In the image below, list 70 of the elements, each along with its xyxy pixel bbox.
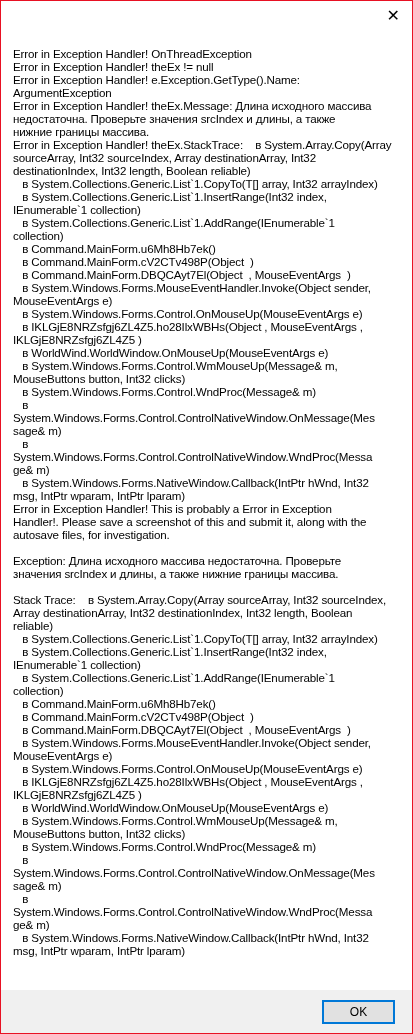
message-line: в IKLGjE8NRZsfgj6ZL4Z5.ho28IlxWBHs(Object , MouseEventArgs , [21, 775, 363, 788]
message-line: в System.Collections.Generic.List`1.InsertRange(Int32 index, [21, 190, 327, 203]
message-line: msg, IntPtr wparam, IntPtr lparam) [13, 489, 186, 502]
message-line: autosave files, for investigation. [13, 528, 170, 541]
message-line: reliable) [13, 619, 53, 632]
message-line: в System.Windows.Forms.Control.WmMouseUp(Message& m, [21, 814, 338, 827]
message-line: Error in Exception Handler! This is probably a Error in Exception [13, 502, 332, 515]
message-line: IKLGjE8NRZsfgj6ZL4Z5 ) [13, 333, 142, 346]
message-line: collection) [13, 684, 64, 697]
message-line: sage& m) [13, 424, 62, 437]
message-line: ArgumentException [13, 86, 112, 99]
message-line: в [21, 437, 29, 450]
message-line: в [21, 853, 29, 866]
message-line: Array destinationArray, Int32 destinationIndex, Int32 length, Boolean [13, 606, 353, 619]
close-button[interactable]: ✕ [380, 6, 406, 26]
message-line: IEnumerable`1 collection) [13, 658, 141, 671]
ok-button[interactable]: OK [322, 999, 395, 1024]
message-line: в [21, 398, 29, 411]
message-line: в WorldWind.WorldWindow.OnMouseUp(MouseEventArgs e) [21, 346, 329, 359]
message-line: в System.Collections.Generic.List`1.CopyTo(T[] array, Int32 arrayIndex) [21, 632, 378, 645]
message-line: collection) [13, 229, 64, 242]
message-line: sourceArray, Int32 sourceIndex, Array destinationArray, Int32 [13, 151, 316, 164]
message-line: Error in Exception Handler! theEx.Message: Длина исходного массива [13, 99, 372, 112]
message-line: в Command.MainForm.cV2CTv498P(Object ) [21, 710, 254, 723]
message-line: System.Windows.Forms.Control.ControlNativeWindow.OnMessage(Mes [13, 866, 375, 879]
message-line: IKLGjE8NRZsfgj6ZL4Z5 ) [13, 788, 142, 801]
message-line: в IKLGjE8NRZsfgj6ZL4Z5.ho28IlxWBHs(Object , MouseEventArgs , [21, 320, 363, 333]
message-line: в WorldWind.WorldWindow.OnMouseUp(MouseEventArgs e) [21, 801, 329, 814]
message-line: в System.Collections.Generic.List`1.AddRange(IEnumerable`1 [21, 216, 335, 229]
message-line: System.Windows.Forms.Control.ControlNativeWindow.WndProc(Messa [13, 450, 373, 463]
message-line: в Command.MainForm.u6Mh8Hb7ek() [21, 242, 216, 255]
message-line: MouseButtons button, Int32 clicks) [13, 827, 186, 840]
message-line: значения srcIndex и длины, а также нижние границы массива. [13, 567, 339, 580]
message-line: в System.Windows.Forms.Control.WndProc(Message& m) [21, 385, 316, 398]
message-line: недостаточна. Проверьте значения srcIndex и длины, а также [13, 112, 336, 125]
message-line: Error in Exception Handler! e.Exception.GetType().Name: [13, 73, 300, 86]
message-line: ge& m) [13, 918, 50, 931]
message-line: Error in Exception Handler! OnThreadException [13, 47, 252, 60]
message-line: в System.Windows.Forms.Control.WmMouseUp(Message& m, [21, 359, 338, 372]
message-line: ge& m) [13, 463, 50, 476]
message-line: MouseEventArgs e) [13, 294, 113, 307]
message-line: msg, IntPtr wparam, IntPtr lparam) [13, 944, 186, 957]
message-line: в System.Windows.Forms.NativeWindow.Callback(IntPtr hWnd, Int32 [21, 476, 369, 489]
message-line: в Command.MainForm.DBQCAyt7El(Object , MouseEventArgs ) [21, 268, 351, 281]
message-line: MouseButtons button, Int32 clicks) [13, 372, 186, 385]
message-line: System.Windows.Forms.Control.ControlNativeWindow.OnMessage(Mes [13, 411, 375, 424]
message-line: в System.Windows.Forms.MouseEventHandler.Invoke(Object sender, [21, 736, 371, 749]
message-line: IEnumerable`1 collection) [13, 203, 141, 216]
message-line: Exception: Длина исходного массива недостаточна. Проверьте [13, 554, 341, 567]
message-line: sage& m) [13, 879, 62, 892]
message-line: MouseEventArgs e) [13, 749, 113, 762]
message-line: в Command.MainForm.u6Mh8Hb7ek() [21, 697, 216, 710]
message-line: в System.Collections.Generic.List`1.AddRange(IEnumerable`1 [21, 671, 335, 684]
message-line: в System.Collections.Generic.List`1.CopyTo(T[] array, Int32 arrayIndex) [21, 177, 378, 190]
message-line: в System.Windows.Forms.MouseEventHandler.Invoke(Object sender, [21, 281, 371, 294]
message-line: в System.Collections.Generic.List`1.InsertRange(Int32 index, [21, 645, 327, 658]
message-line: Error in Exception Handler! theEx.StackTrace: в System.Array.Copy(Array [13, 138, 392, 151]
message-line: Stack Trace: в System.Array.Copy(Array sourceArray, Int32 sourceIndex, [13, 593, 386, 606]
message-line: destinationIndex, Int32 length, Boolean reliable) [13, 164, 251, 177]
message-line: в System.Windows.Forms.Control.OnMouseUp(MouseEventArgs e) [21, 307, 363, 320]
message-line: в System.Windows.Forms.Control.OnMouseUp(MouseEventArgs e) [21, 762, 363, 775]
message-line: в Command.MainForm.DBQCAyt7El(Object , MouseEventArgs ) [21, 723, 351, 736]
message-line: нижние границы массива. [13, 125, 150, 138]
message-line: System.Windows.Forms.Control.ControlNativeWindow.WndProc(Messa [13, 905, 373, 918]
message-line: Error in Exception Handler! theEx != null [13, 60, 214, 73]
message-line: в System.Windows.Forms.Control.WndProc(Message& m) [21, 840, 316, 853]
message-line: в System.Windows.Forms.NativeWindow.Callback(IntPtr hWnd, Int32 [21, 931, 369, 944]
message-line: Handler!. Please save a screenshot of this and submit it, along with the [13, 515, 367, 528]
message-line: в [21, 892, 29, 905]
message-line: в Command.MainForm.cV2CTv498P(Object ) [21, 255, 254, 268]
